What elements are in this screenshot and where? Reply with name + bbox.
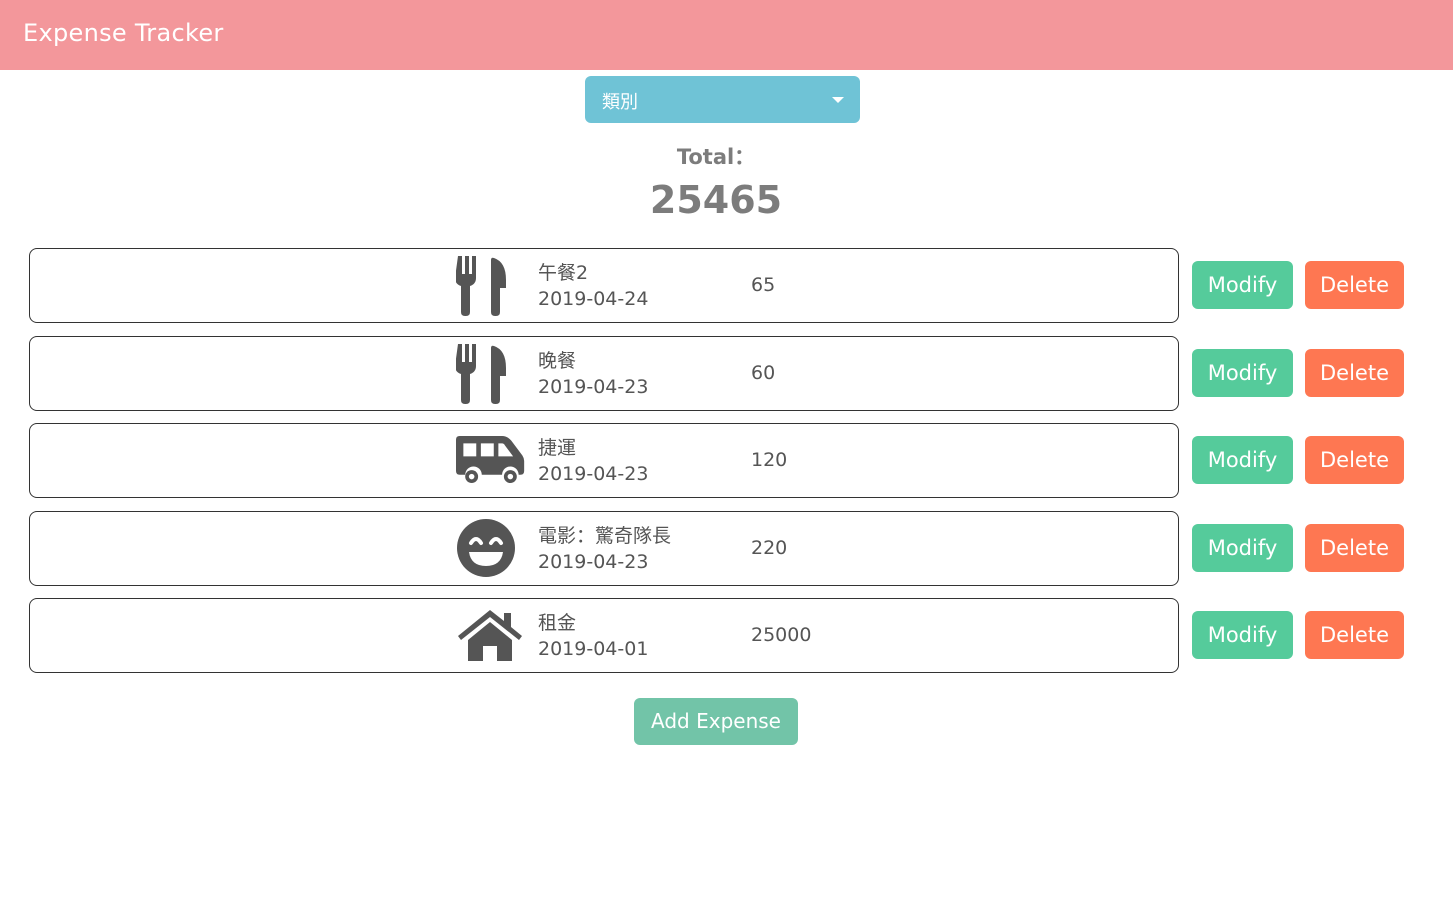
expense-record: 電影：驚奇隊長 2019-04-23 220 Modify Delete [0,510,1453,586]
expense-name: 午餐2 [538,262,589,284]
category-filter-select[interactable]: 類別 [585,76,860,123]
expense-record: 晚餐 2019-04-23 60 Modify Delete [0,335,1453,411]
expense-card [29,423,1179,498]
modify-button[interactable]: Modify [1192,611,1293,659]
modify-button[interactable]: Modify [1192,348,1293,397]
utensils-icon [456,341,526,405]
navbar: Expense Tracker [0,0,1453,70]
expense-card [29,335,1179,411]
category-filter-label: 類別 [602,92,638,113]
total-amount: 25465 [649,178,783,222]
modify-button[interactable]: Modify [1192,523,1293,572]
expense-record: 租金 2019-04-01 25000 Modify Delete [0,598,1453,673]
modify-button[interactable]: Modify [1192,436,1293,484]
caret-down-icon [832,97,844,103]
expense-record: 午餐2 2019-04-24 65 Modify Delete [0,248,1453,323]
grin-icon [456,516,526,580]
delete-button[interactable]: Delete [1305,436,1404,484]
expense-amount: 60 [751,361,776,384]
expense-date: 2019-04-23 [538,550,649,573]
expense-name: 晚餐 [538,349,577,372]
expense-date: 2019-04-23 [538,463,649,485]
expense-amount: 220 [751,536,788,559]
home-icon [456,603,526,667]
app-title[interactable]: Expense Tracker [23,19,224,47]
expense-date: 2019-04-01 [538,638,649,660]
modify-button[interactable]: Modify [1192,261,1293,309]
expense-amount: 120 [751,449,788,471]
expense-name: 電影：驚奇隊長 [538,524,672,547]
expense-amount: 25000 [751,624,812,646]
expense-card [29,598,1179,673]
expense-date: 2019-04-23 [538,375,649,398]
expense-name: 租金 [538,612,577,634]
delete-button[interactable]: Delete [1305,611,1404,659]
delete-button[interactable]: Delete [1305,261,1404,309]
utensils-icon [456,253,526,317]
expense-date: 2019-04-24 [538,288,649,310]
expense-name: 捷運 [538,437,577,459]
expense-card [29,248,1179,323]
shuttle-van-icon [456,428,526,492]
expense-list: 午餐2 2019-04-24 65 Modify Delete 晚餐 2019-… [0,248,1453,686]
expense-amount: 65 [751,274,776,296]
expense-record: 捷運 2019-04-23 120 Modify Delete [0,423,1453,498]
total-label: Total： [676,145,756,169]
delete-button[interactable]: Delete [1305,348,1404,397]
add-expense-button[interactable]: Add Expense [634,698,798,745]
delete-button[interactable]: Delete [1305,523,1404,572]
